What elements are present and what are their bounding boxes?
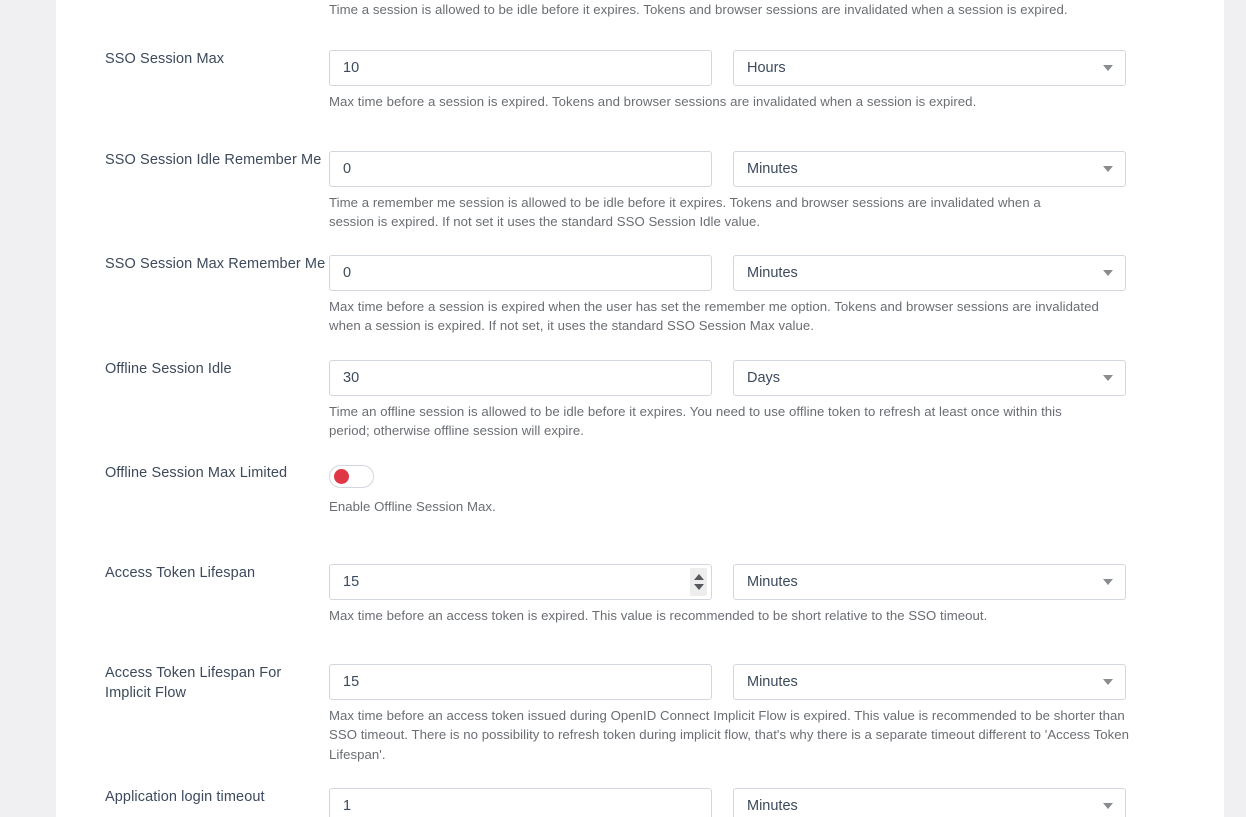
form-row-offline-session-max-limited: Offline Session Max Limited Enable Offli… bbox=[56, 454, 1224, 516]
chevron-down-icon bbox=[1103, 374, 1113, 381]
chevron-down-icon bbox=[1103, 678, 1113, 685]
select-sso-session-max-unit[interactable]: Hours bbox=[733, 50, 1126, 87]
label-sso-session-max: SSO Session Max bbox=[105, 51, 225, 68]
row-field-previous-helper: Time a session is allowed to be idle bef… bbox=[329, 0, 1224, 19]
select-application-login-timeout-unit[interactable]: Minutes bbox=[733, 787, 1126, 817]
field-offline-session-max-limited: Enable Offline Session Max. bbox=[329, 454, 1224, 516]
helper-sso-session-idle-remember-me: Time a remember me session is allowed to… bbox=[329, 194, 1041, 229]
spinner-down-icon[interactable] bbox=[693, 583, 704, 590]
label-sso-session-max-remember-me: SSO Session Max Remember Me bbox=[105, 256, 326, 273]
input-sso-session-max-remember-me[interactable]: 0 bbox=[329, 255, 712, 292]
select-value: Minutes bbox=[747, 265, 798, 282]
field-line: 0 Minutes bbox=[329, 141, 1208, 187]
select-access-token-lifespan-unit[interactable]: Minutes bbox=[733, 563, 1126, 600]
input-value: 15 bbox=[343, 573, 360, 590]
input-value: 0 bbox=[343, 160, 352, 177]
input-value: 10 bbox=[343, 60, 360, 77]
tokens-settings-form: Time a session is allowed to be idle bef… bbox=[56, 0, 1224, 817]
helper-offline-session-idle: Time an offline session is allowed to be… bbox=[329, 403, 1062, 439]
app-window: Time a session is allowed to be idle bef… bbox=[0, 0, 1246, 817]
row-spacer bbox=[56, 625, 1224, 654]
input-sso-session-max[interactable]: 10 bbox=[329, 50, 712, 87]
chevron-down-icon bbox=[1103, 65, 1113, 72]
field-sso-session-idle-remember-me: 0 Minutes Time a remember me session is … bbox=[329, 141, 1224, 232]
field-line: 0 Minutes bbox=[329, 245, 1208, 292]
helper-access-token-lifespan-implicit-flow: Max time before an access token issued d… bbox=[329, 707, 1130, 762]
field-line: 10 Hours bbox=[329, 40, 1208, 87]
row-spacer bbox=[56, 112, 1224, 141]
chevron-down-icon bbox=[1103, 578, 1113, 585]
form-row-sso-session-max-remember-me: SSO Session Max Remember Me 0 Minutes Ma… bbox=[56, 245, 1224, 336]
form-row-offline-session-idle: Offline Session Idle 30 Days Time an off… bbox=[56, 350, 1224, 441]
input-sso-session-idle-remember-me[interactable]: 0 bbox=[329, 150, 712, 187]
select-value: Hours bbox=[747, 60, 786, 77]
input-access-token-lifespan[interactable]: 15 bbox=[329, 563, 712, 600]
field-line bbox=[329, 454, 1208, 489]
form-row-access-token-lifespan-implicit-flow: Access Token Lifespan For Implicit Flow … bbox=[56, 654, 1224, 764]
select-value: Minutes bbox=[747, 797, 798, 814]
field-access-token-lifespan-implicit-flow: 15 Minutes Max time before an access tok… bbox=[329, 654, 1224, 764]
chevron-down-icon bbox=[1103, 270, 1113, 277]
field-sso-session-max: 10 Hours Max time before a session is ex… bbox=[329, 40, 1224, 111]
select-value: Minutes bbox=[747, 160, 798, 177]
form-row-sso-session-max: SSO Session Max 10 Hours Max time before… bbox=[56, 40, 1224, 111]
form-row-access-token-lifespan: Access Token Lifespan 15 Minutes Max tim… bbox=[56, 554, 1224, 625]
label-offline-session-idle: Offline Session Idle bbox=[105, 360, 232, 377]
number-stepper[interactable] bbox=[690, 567, 707, 596]
helper-offline-session-max-limited: Enable Offline Session Max. bbox=[329, 499, 496, 515]
field-offline-session-idle: 30 Days Time an offline session is allow… bbox=[329, 350, 1224, 441]
field-line: 15 Minutes bbox=[329, 554, 1208, 600]
label-sso-session-idle-remember-me: SSO Session Idle Remember Me bbox=[105, 151, 322, 168]
helper-text-sso-session-idle: Time a session is allowed to be idle bef… bbox=[329, 2, 1068, 17]
select-sso-session-idle-remember-me-unit[interactable]: Minutes bbox=[733, 150, 1126, 187]
sidebar-rail bbox=[0, 0, 56, 817]
input-application-login-timeout[interactable]: 1 bbox=[329, 787, 712, 817]
field-line: 30 Days bbox=[329, 350, 1208, 396]
field-sso-session-max-remember-me: 0 Minutes Max time before a session is e… bbox=[329, 245, 1224, 336]
form-row-sso-session-idle-remember-me: SSO Session Idle Remember Me 0 Minutes T… bbox=[56, 141, 1224, 232]
input-value: 0 bbox=[343, 265, 352, 282]
label-access-token-lifespan: Access Token Lifespan bbox=[105, 564, 256, 581]
row-spacer bbox=[56, 517, 1224, 554]
input-value: 1 bbox=[343, 797, 352, 814]
helper-sso-session-max-remember-me: Max time before a session is expired whe… bbox=[329, 299, 1099, 334]
label-offline-session-max-limited: Offline Session Max Limited bbox=[105, 465, 288, 482]
input-value: 30 bbox=[343, 369, 360, 386]
helper-sso-session-max: Max time before a session is expired. To… bbox=[329, 94, 977, 110]
helper-access-token-lifespan: Max time before an access token is expir… bbox=[329, 607, 988, 623]
input-access-token-lifespan-implicit-flow[interactable]: 15 bbox=[329, 663, 712, 700]
form-row-previous-helper: Time a session is allowed to be idle bef… bbox=[56, 0, 1224, 19]
select-offline-session-idle-unit[interactable]: Days bbox=[733, 359, 1126, 396]
field-line: 1 Minutes bbox=[329, 778, 1208, 817]
select-value: Minutes bbox=[747, 673, 798, 690]
row-spacer bbox=[56, 440, 1224, 454]
select-value: Days bbox=[747, 369, 781, 386]
toggle-knob bbox=[334, 469, 349, 485]
spinner-up-icon[interactable] bbox=[693, 573, 704, 580]
right-gutter bbox=[1224, 0, 1246, 817]
select-access-token-lifespan-implicit-flow-unit[interactable]: Minutes bbox=[733, 663, 1126, 700]
row-spacer bbox=[56, 336, 1224, 350]
row-spacer bbox=[56, 231, 1224, 245]
field-access-token-lifespan: 15 Minutes Max time before an access tok… bbox=[329, 554, 1224, 625]
toggle-offline-session-max-limited[interactable] bbox=[329, 465, 374, 489]
field-application-login-timeout: 1 Minutes Max time a application has to … bbox=[329, 778, 1224, 817]
label-access-token-lifespan-implicit-flow: Access Token Lifespan For Implicit Flow bbox=[105, 664, 282, 701]
select-value: Minutes bbox=[747, 573, 798, 590]
label-application-login-timeout: Application login timeout bbox=[105, 788, 265, 805]
input-value: 15 bbox=[343, 673, 360, 690]
input-offline-session-idle[interactable]: 30 bbox=[329, 359, 712, 396]
chevron-down-icon bbox=[1103, 165, 1113, 172]
field-line: 15 Minutes bbox=[329, 654, 1208, 700]
select-sso-session-max-remember-me-unit[interactable]: Minutes bbox=[733, 255, 1126, 292]
row-spacer bbox=[56, 764, 1224, 778]
settings-content-card: Time a session is allowed to be idle bef… bbox=[56, 0, 1224, 817]
chevron-down-icon bbox=[1103, 802, 1113, 809]
row-spacer bbox=[56, 19, 1224, 40]
form-row-application-login-timeout: Application login timeout 1 Minutes Max … bbox=[56, 778, 1224, 817]
